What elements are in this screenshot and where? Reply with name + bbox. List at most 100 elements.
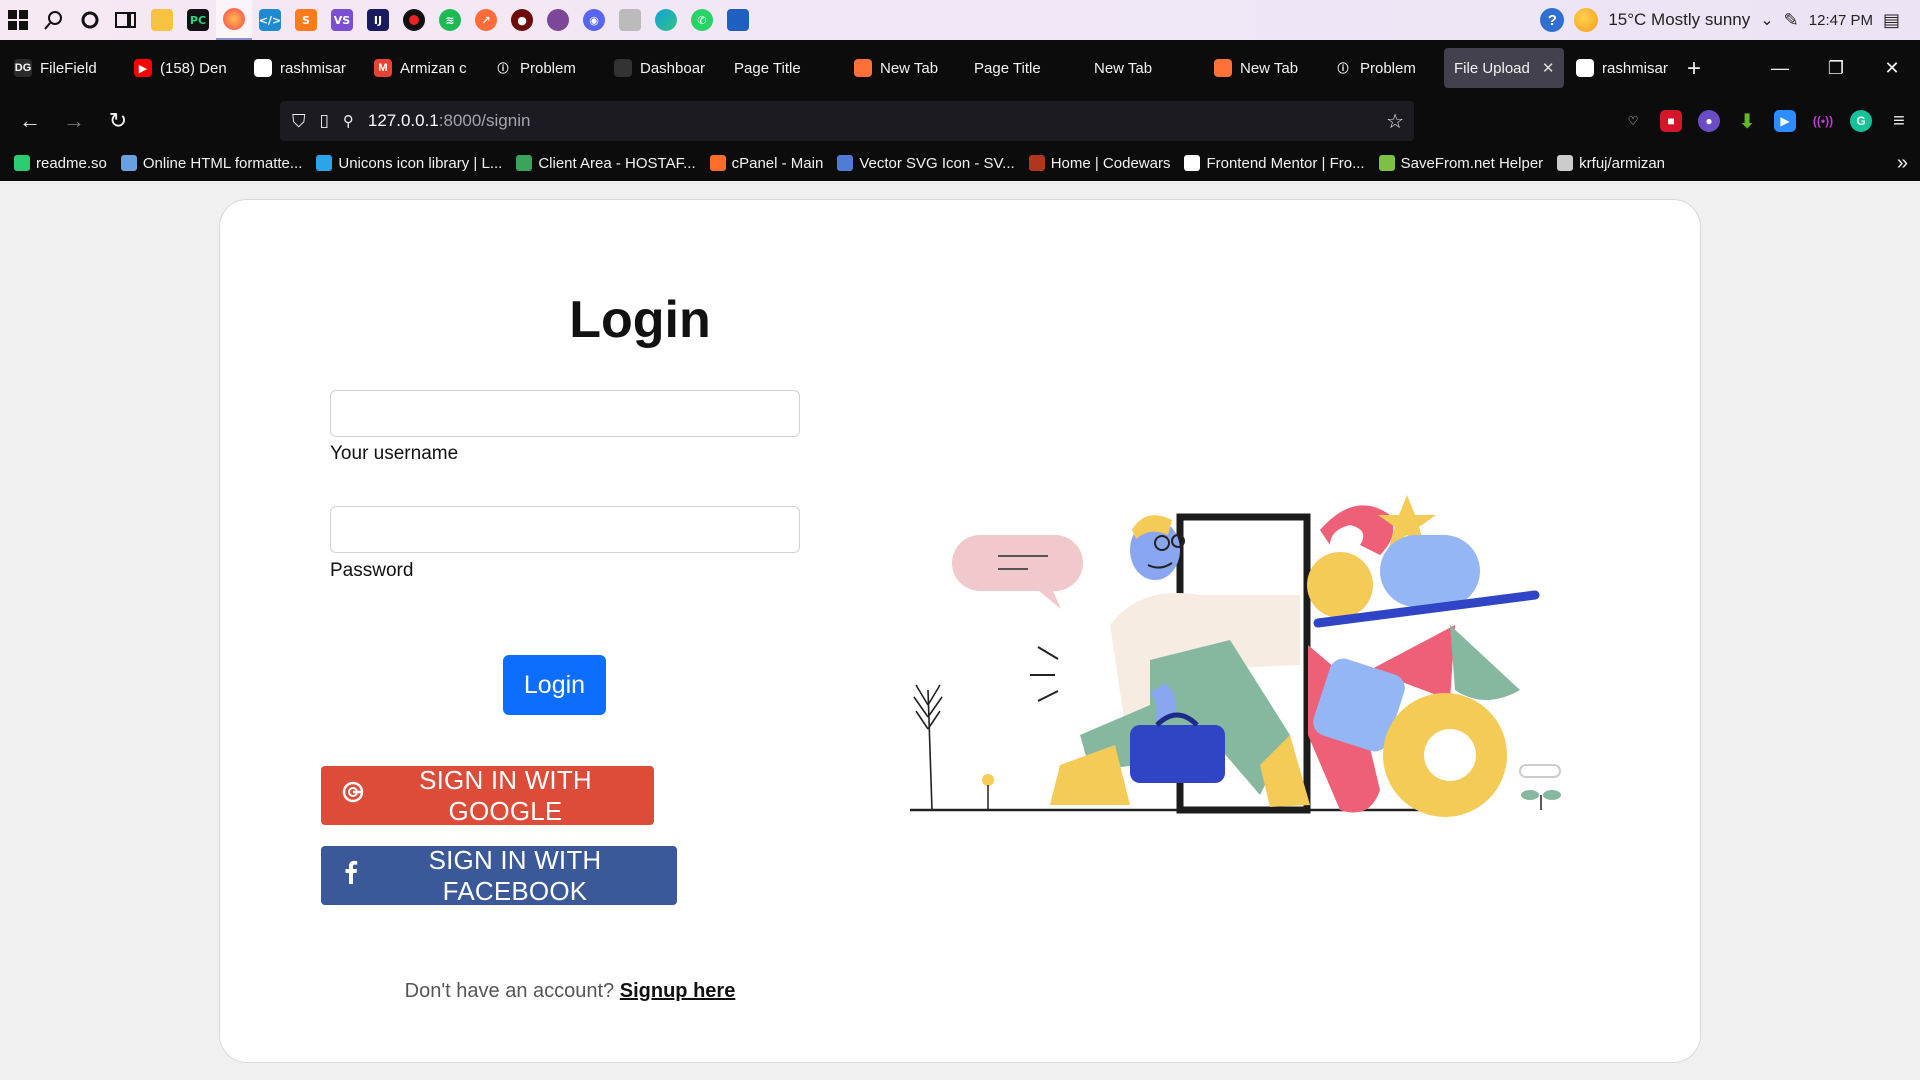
shield-icon[interactable]: ⛉ [292,111,306,132]
bookmark-favicon-icon [837,155,854,171]
browser-tab[interactable]: Page Title [964,48,1082,88]
visual-studio-icon[interactable]: VS [324,0,360,40]
sublime-icon[interactable]: S [288,0,324,40]
bookmark-label: Frontend Mentor | Fro... [1206,154,1365,172]
password-input[interactable] [330,506,800,553]
app-red-icon[interactable]: ● [504,0,540,40]
download-helper-icon[interactable]: ⬇ [1736,110,1758,133]
restore-icon[interactable]: ❐ [1808,58,1864,79]
extension-purple-icon[interactable]: ● [1698,110,1720,132]
pocket-icon[interactable]: ♡ [1622,110,1644,132]
browser-tab[interactable]: New Tab [1204,48,1322,88]
weather-sun-icon[interactable] [1574,8,1599,32]
tab-favicon-icon [614,59,632,77]
bookmark-item[interactable]: krfuj/armizan [1557,155,1665,172]
task-view-icon[interactable] [108,0,144,40]
recorder-icon[interactable] [396,0,432,40]
tab-label: Problem [520,59,576,77]
username-input[interactable] [330,390,800,437]
windows-taskbar: PC </> S VS IJ ≋ ↗ ● ◉ ✆ ? 15°C Mostly s… [0,0,1920,40]
browser-tab[interactable]: New Tab [844,48,962,88]
firefox-icon[interactable] [216,0,252,40]
tab-favicon-icon [854,59,872,77]
whatsapp-icon[interactable]: ✆ [684,0,720,40]
page-icon: ▯ [319,111,329,130]
tab-label: (158) Den [160,59,227,77]
bookmark-item[interactable]: readme.so [14,155,107,172]
edge-icon[interactable] [648,0,684,40]
tab-favicon-icon: ⓘ [1334,59,1352,77]
bookmark-item[interactable]: Client Area - HOSTAF... [516,154,696,172]
grammarly-icon[interactable]: G [1850,110,1872,132]
tab-label: New Tab [1094,59,1153,77]
menu-icon[interactable]: ≡ [1888,110,1910,132]
bookmark-item[interactable]: Online HTML formatte... [120,154,303,172]
reload-icon[interactable]: ↻ [96,99,140,143]
tor-icon[interactable] [540,0,576,40]
notification-icon[interactable]: ▤ [1883,10,1900,31]
bookmark-label: Client Area - HOSTAF... [538,154,696,172]
google-signin-button[interactable]: SIGN IN WITH GOOGLE [321,765,654,826]
minimize-icon[interactable]: — [1752,58,1808,79]
tab-label: Armizan c [400,59,467,77]
bookmark-item[interactable]: Unicons icon library | L... [316,155,502,172]
bookmark-item[interactable]: Vector SVG Icon - SV... [837,155,1015,172]
browser-tab[interactable]: File Upload ✕ [1444,48,1564,88]
adblock-icon[interactable]: ■ [1660,110,1682,132]
bookmark-item[interactable]: SaveFrom.net Helper [1378,155,1543,172]
tab-label: Page Title [974,59,1041,77]
tab-label: Problem [1360,59,1416,77]
browser-tab[interactable]: DG FileField [4,48,122,88]
browser-tab[interactable]: ⓘ Problem [484,48,602,88]
app-grey-icon[interactable] [612,0,648,40]
spotify-icon[interactable]: ≋ [432,0,468,40]
vscode-icon[interactable]: </> [252,0,288,40]
bookmark-favicon-icon [1028,155,1045,171]
browser-tab[interactable]: ⓘ Problem [1324,48,1442,88]
bookmark-item[interactable]: Frontend Mentor | Fro... [1184,154,1365,172]
login-button[interactable]: Login [503,655,606,715]
zoom-icon[interactable]: ▶ [1774,110,1796,132]
facebook-signin-button[interactable]: SIGN IN WITH FACEBOOK [321,845,677,906]
postman-icon[interactable]: ↗ [468,0,504,40]
help-icon[interactable]: ? [1540,8,1565,32]
bookmark-item[interactable]: Home | Codewars [1028,155,1170,172]
chevron-up-icon[interactable]: ⌄ [1760,10,1773,30]
password-label: Password [330,560,414,581]
browser-tab[interactable]: New Tab [1084,48,1202,88]
discord-icon[interactable]: ◉ [576,0,612,40]
url-bar[interactable]: ⛉ ▯ ⚲ 127.0.0.1:8000/signin ☆ [280,101,1414,141]
search-icon[interactable] [36,0,72,40]
browser-tab[interactable]: ▶ (158) Den [124,48,242,88]
bookmarks-bar: readme.so Online HTML formatte... Unicons … [0,145,1920,181]
close-tab-icon[interactable]: ✕ [1542,59,1555,77]
pycharm-icon[interactable]: PC [180,0,216,40]
browser-tab[interactable]: Dashboar [604,48,722,88]
clock[interactable]: 12:47 PM [1809,12,1873,29]
intellij-icon[interactable]: IJ [360,0,396,40]
bookmarks-overflow-icon[interactable]: » [1897,152,1908,175]
google-icon [341,780,365,811]
pen-icon[interactable]: ✎ [1784,10,1799,31]
weather-text[interactable]: 15°C Mostly sunny [1608,10,1750,30]
browser-tab[interactable]: rashmisar [244,48,362,88]
tab-label: New Tab [880,59,939,77]
file-explorer-icon[interactable] [144,0,180,40]
bookmark-star-icon[interactable]: ☆ [1386,109,1404,134]
cortana-icon[interactable] [72,0,108,40]
permissions-icon[interactable]: ⚲ [343,112,354,130]
bookmark-label: Online HTML formatte... [142,154,303,172]
close-window-icon[interactable]: ✕ [1864,58,1920,79]
forward-icon[interactable]: → [52,99,96,143]
bookmark-item[interactable]: cPanel - Main [709,155,823,172]
browser-tab[interactable]: Page Title [724,48,842,88]
photos-icon[interactable] [720,0,756,40]
extension-pink-icon[interactable]: ((•)) [1812,110,1834,132]
url-text[interactable]: 127.0.0.1:8000/signin [368,111,531,131]
browser-tab[interactable]: rashmisar [1566,48,1684,88]
signup-link[interactable]: Signup here [620,980,736,1002]
browser-tab[interactable]: M Armizan c [364,48,482,88]
bookmark-label: readme.so [36,154,107,172]
windows-start-icon[interactable] [0,0,36,40]
back-icon[interactable]: ← [8,99,52,143]
